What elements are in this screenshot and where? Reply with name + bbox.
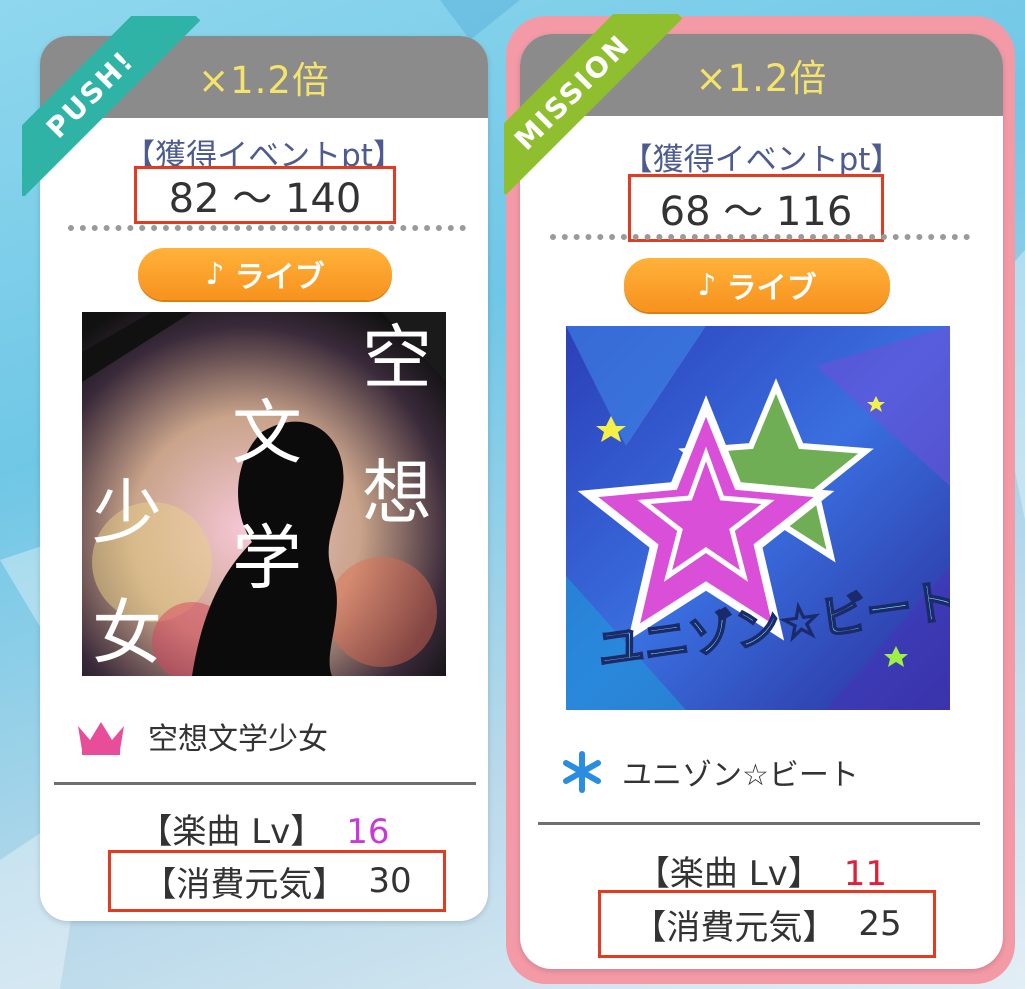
jacket-char-6: 女 [92, 592, 162, 674]
snowflake-icon [563, 751, 601, 793]
push-ribbon-label: PUSH! [22, 16, 201, 196]
stamina-cost: 【消費元気】 30 [108, 850, 446, 912]
song-level-label: 【楽曲 Lv】 [138, 812, 325, 852]
song-level-value: 11 [843, 854, 888, 894]
dotted-divider [68, 225, 466, 231]
song-level-row: 【楽曲 Lv】 16 [40, 804, 488, 853]
live-button[interactable]: ♪ ライブ [138, 248, 392, 300]
live-button-label: ライブ [234, 260, 325, 295]
song-jacket-image: ユニゾン☆ビート [566, 326, 950, 710]
live-button-label: ライブ [726, 271, 817, 306]
jacket-char-5: 少 [92, 472, 162, 554]
song-title: 空想文学少女 [148, 722, 328, 757]
music-note-icon: ♪ [697, 267, 717, 303]
mission-ribbon-label: MISSION [504, 14, 683, 194]
jacket-char-4: 学 [232, 517, 302, 599]
section-divider [54, 782, 476, 785]
section-divider [538, 822, 980, 825]
stamina-label: 【消費元気】 [632, 907, 837, 948]
stamina-label: 【消費元気】 [142, 864, 347, 905]
live-button[interactable]: ♪ ライブ [624, 258, 890, 312]
song-title-row: 空想文学少女 [72, 714, 328, 758]
multiplier-text: ×1.2倍 [198, 59, 330, 102]
song-jacket-image: 空 想 文 学 少 女 [82, 312, 446, 676]
song-level-row: 【楽曲 Lv】 11 [520, 846, 1003, 895]
music-note-icon: ♪ [205, 256, 225, 292]
crown-icon [78, 722, 124, 755]
stamina-value: 25 [858, 904, 902, 944]
song-level-label: 【楽曲 Lv】 [635, 854, 822, 894]
stamina-cost: 【消費元気】 25 [598, 890, 936, 958]
stamina-value: 30 [368, 861, 412, 901]
song-title: ユニゾン☆ビート [622, 758, 859, 793]
push-ribbon: PUSH! [22, 16, 202, 196]
multiplier-text: ×1.2倍 [695, 57, 828, 100]
jacket-char-2: 想 [362, 452, 432, 534]
song-level-value: 16 [346, 812, 390, 852]
jacket-char-3: 文 [232, 392, 302, 474]
jacket-char-1: 空 [362, 317, 432, 399]
dotted-divider [550, 234, 970, 240]
mission-ribbon: MISSION [504, 14, 684, 194]
song-title-row: ユニゾン☆ビート [560, 750, 859, 794]
